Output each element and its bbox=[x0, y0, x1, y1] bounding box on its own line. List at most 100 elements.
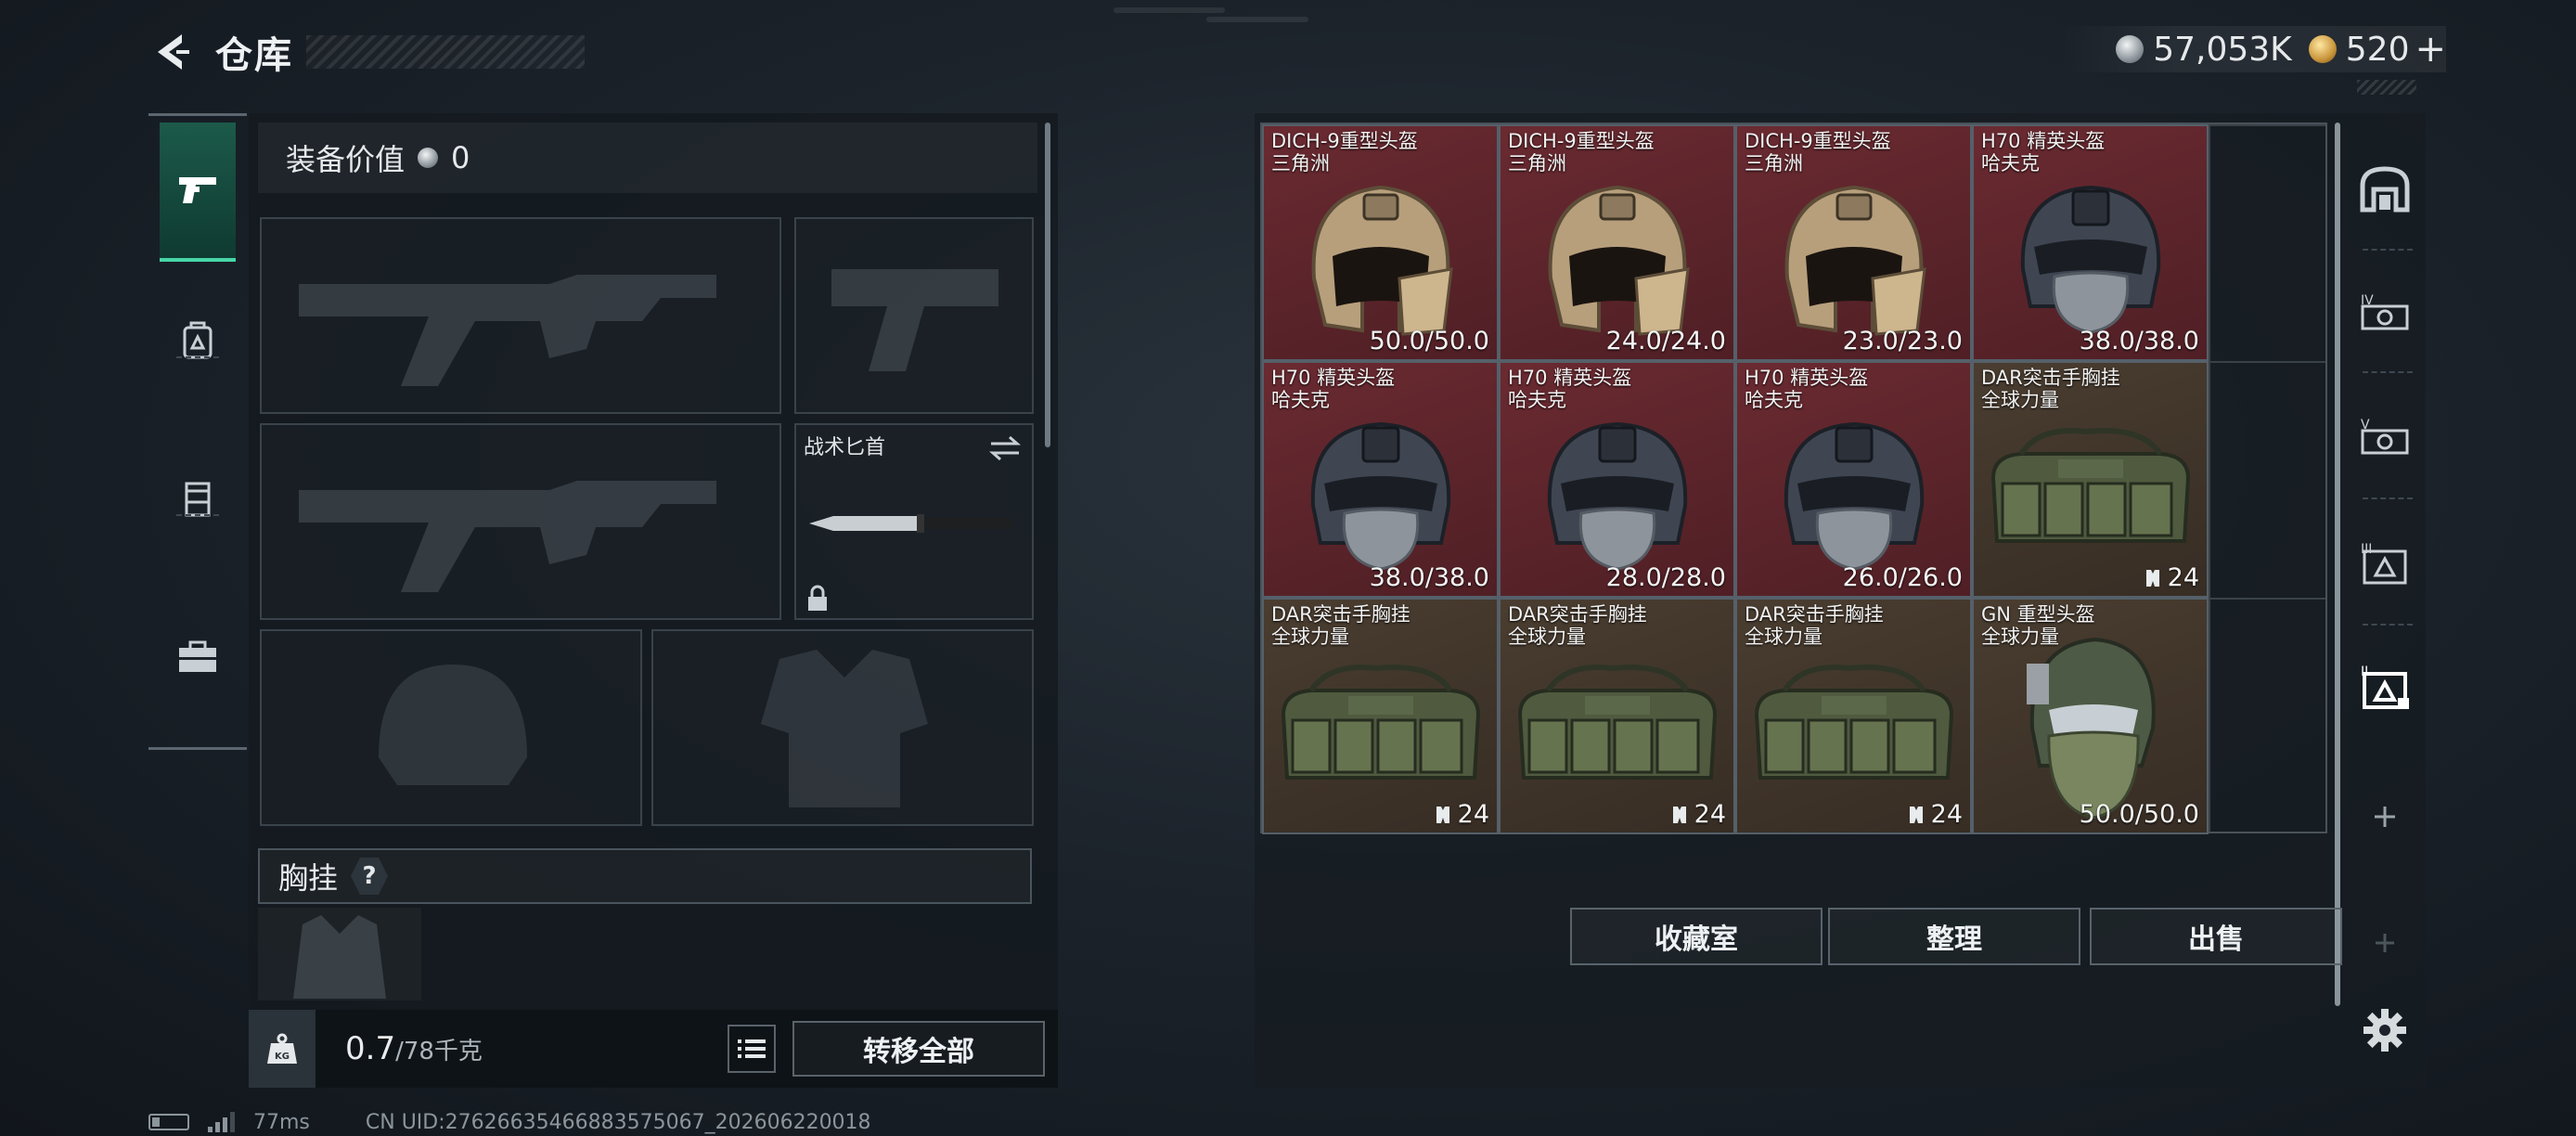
item-title: H70 精英头盔 bbox=[1271, 367, 1396, 389]
item-faction: 全球力量 bbox=[1745, 626, 1823, 648]
add-stash-tab-button[interactable] bbox=[2346, 770, 2424, 863]
storage-box-icon: III bbox=[2361, 542, 2407, 585]
item-value-text: 26.0/26.0 bbox=[1842, 563, 1963, 592]
stash-tab-main[interactable] bbox=[2346, 143, 2424, 236]
item-name: DAR突击手胸挂 全球力量 bbox=[1981, 367, 2120, 411]
list-view-button[interactable] bbox=[728, 1025, 776, 1073]
storage-icon bbox=[2360, 166, 2410, 213]
stash-item[interactable]: GN 重型头盔 全球力量 50.0/50.0 bbox=[1972, 598, 2209, 834]
tab-armor[interactable] bbox=[160, 429, 236, 568]
storage-box-icon: V bbox=[2361, 418, 2409, 455]
rig-icon bbox=[1511, 659, 1724, 802]
helmet-dark-icon bbox=[1766, 404, 1942, 584]
helmet-slot[interactable] bbox=[260, 629, 642, 826]
item-faction: 全球力量 bbox=[1981, 389, 2059, 411]
item-value: 28.0/28.0 bbox=[1606, 563, 1726, 592]
stash-item[interactable]: H70 精英头盔 哈夫克 28.0/28.0 bbox=[1499, 361, 1735, 598]
back-button[interactable] bbox=[148, 29, 195, 75]
transfer-all-button[interactable]: 转移全部 bbox=[792, 1021, 1045, 1077]
stash-tab-2[interactable]: II bbox=[2346, 640, 2424, 733]
item-value: 38.0/38.0 bbox=[1370, 563, 1489, 592]
collection-room-button[interactable]: 收藏室 bbox=[1570, 908, 1823, 965]
body-armor-slot[interactable] bbox=[651, 629, 1034, 826]
sell-button[interactable]: 出售 bbox=[2090, 908, 2342, 965]
loadout-panel: 装备价值 0 战术匕首 胸挂 ? KG 0.7/78千克 转移全部 bbox=[249, 113, 1058, 1088]
stash-item[interactable]: DAR突击手胸挂 全球力量 24 bbox=[1972, 361, 2209, 598]
item-faction: 全球力量 bbox=[1981, 626, 2059, 648]
stash-item[interactable]: DAR突击手胸挂 全球力量 24 bbox=[1262, 598, 1499, 834]
stash-item[interactable]: DICH-9重型头盔 三角洲 23.0/23.0 bbox=[1735, 124, 1972, 361]
tab-backpack[interactable] bbox=[160, 271, 236, 410]
rig-icon bbox=[1984, 422, 2197, 565]
item-title: DICH-9重型头盔 bbox=[1271, 130, 1418, 152]
tab-weapons[interactable] bbox=[160, 123, 236, 262]
equip-value-label: 装备价值 bbox=[286, 142, 406, 177]
item-value-text: 38.0/38.0 bbox=[1369, 563, 1489, 592]
stash-tab-4[interactable]: IV bbox=[2346, 265, 2424, 358]
chest-rig-silhouette-icon bbox=[293, 915, 386, 999]
stash-item[interactable]: H70 精英头盔 哈夫克 38.0/38.0 bbox=[1972, 124, 2209, 361]
stash-item[interactable]: H70 精英头盔 哈夫克 38.0/38.0 bbox=[1262, 361, 1499, 598]
stash-item[interactable]: DAR突击手胸挂 全球力量 24 bbox=[1499, 598, 1735, 834]
item-name: DICH-9重型头盔 三角洲 bbox=[1745, 130, 1891, 174]
item-value-text: 23.0/23.0 bbox=[1842, 327, 1963, 355]
silver-coin-icon bbox=[418, 148, 439, 168]
rifle-silhouette-icon bbox=[299, 275, 716, 386]
loadout-scrollbar[interactable] bbox=[1045, 123, 1050, 447]
ping-readout: 77ms bbox=[253, 1110, 310, 1134]
durability-icon bbox=[1672, 806, 1686, 823]
item-value-text: 24.0/24.0 bbox=[1605, 327, 1726, 355]
settings-button[interactable] bbox=[2357, 1002, 2413, 1058]
item-faction: 哈夫克 bbox=[1745, 389, 1803, 411]
stash-tab-3[interactable]: III bbox=[2346, 516, 2424, 609]
weight-icon: KG bbox=[267, 1033, 297, 1064]
weight-current: 0.7 bbox=[345, 1030, 396, 1067]
item-name: DICH-9重型头盔 三角洲 bbox=[1508, 130, 1655, 174]
storage-box-icon: II bbox=[2361, 665, 2409, 709]
sort-button[interactable]: 整理 bbox=[1828, 908, 2080, 965]
rig-icon bbox=[1747, 659, 1961, 802]
item-value-text: 24 bbox=[1457, 800, 1489, 829]
item-value: 24 bbox=[1434, 800, 1489, 829]
gold-coin-icon bbox=[2308, 35, 2337, 63]
item-title: H70 精英头盔 bbox=[1508, 367, 1632, 389]
add-currency-button[interactable]: + bbox=[2415, 28, 2446, 71]
gear-icon bbox=[2363, 1009, 2406, 1052]
list-icon bbox=[738, 1039, 766, 1058]
item-value-text: 24 bbox=[2167, 563, 2199, 592]
stash-tab-5[interactable]: V bbox=[2346, 390, 2424, 483]
knife-slot[interactable]: 战术匕首 bbox=[794, 423, 1034, 620]
vest-silhouette-icon bbox=[761, 650, 928, 807]
tab-equipment-case[interactable] bbox=[160, 587, 236, 726]
status-bar: 77ms CN UID:27626635466883575067_2026062… bbox=[148, 1108, 871, 1136]
stash-scrollbar[interactable] bbox=[2335, 123, 2340, 1006]
item-value-text: 38.0/38.0 bbox=[2079, 327, 2199, 355]
primary-weapon-slot-1[interactable] bbox=[260, 217, 781, 414]
item-faction: 哈夫克 bbox=[1271, 389, 1330, 411]
primary-weapon-slot-2[interactable] bbox=[260, 423, 781, 620]
help-button[interactable]: ? bbox=[351, 858, 389, 895]
item-value: 50.0/50.0 bbox=[1370, 327, 1489, 355]
rifle-silhouette-icon bbox=[299, 481, 716, 592]
durability-icon bbox=[1909, 806, 1923, 823]
stash-grid: DICH-9重型头盔 三角洲 50.0/50.0 DICH-9重型头盔 三角洲 24.0/… bbox=[1260, 123, 2327, 834]
sidearm-slot[interactable] bbox=[794, 217, 1034, 414]
currency-bar: 57,053K 520 + bbox=[2060, 26, 2446, 72]
stash-item[interactable]: DAR突击手胸挂 全球力量 24 bbox=[1735, 598, 1972, 834]
equip-value-amount: 0 bbox=[451, 140, 470, 175]
item-faction: 哈夫克 bbox=[1981, 152, 2040, 174]
stash-item[interactable]: H70 精英头盔 哈夫克 26.0/26.0 bbox=[1735, 361, 1972, 598]
swap-icon[interactable] bbox=[987, 434, 1023, 462]
stash-item[interactable]: DICH-9重型头盔 三角洲 24.0/24.0 bbox=[1499, 124, 1735, 361]
chest-rig-slot[interactable] bbox=[258, 908, 421, 1000]
tab-separator bbox=[2363, 497, 2413, 499]
item-value: 23.0/23.0 bbox=[1843, 327, 1963, 355]
item-name: H70 精英头盔 哈夫克 bbox=[1745, 367, 1868, 411]
tactical-knife-icon bbox=[809, 514, 1013, 533]
item-faction: 全球力量 bbox=[1271, 626, 1349, 648]
item-value-text: 28.0/28.0 bbox=[1605, 563, 1726, 592]
title-decoration bbox=[306, 35, 585, 69]
item-title: H70 精英头盔 bbox=[1981, 130, 2106, 152]
loadout-category-tabs bbox=[148, 113, 247, 750]
stash-item[interactable]: DICH-9重型头盔 三角洲 50.0/50.0 bbox=[1262, 124, 1499, 361]
